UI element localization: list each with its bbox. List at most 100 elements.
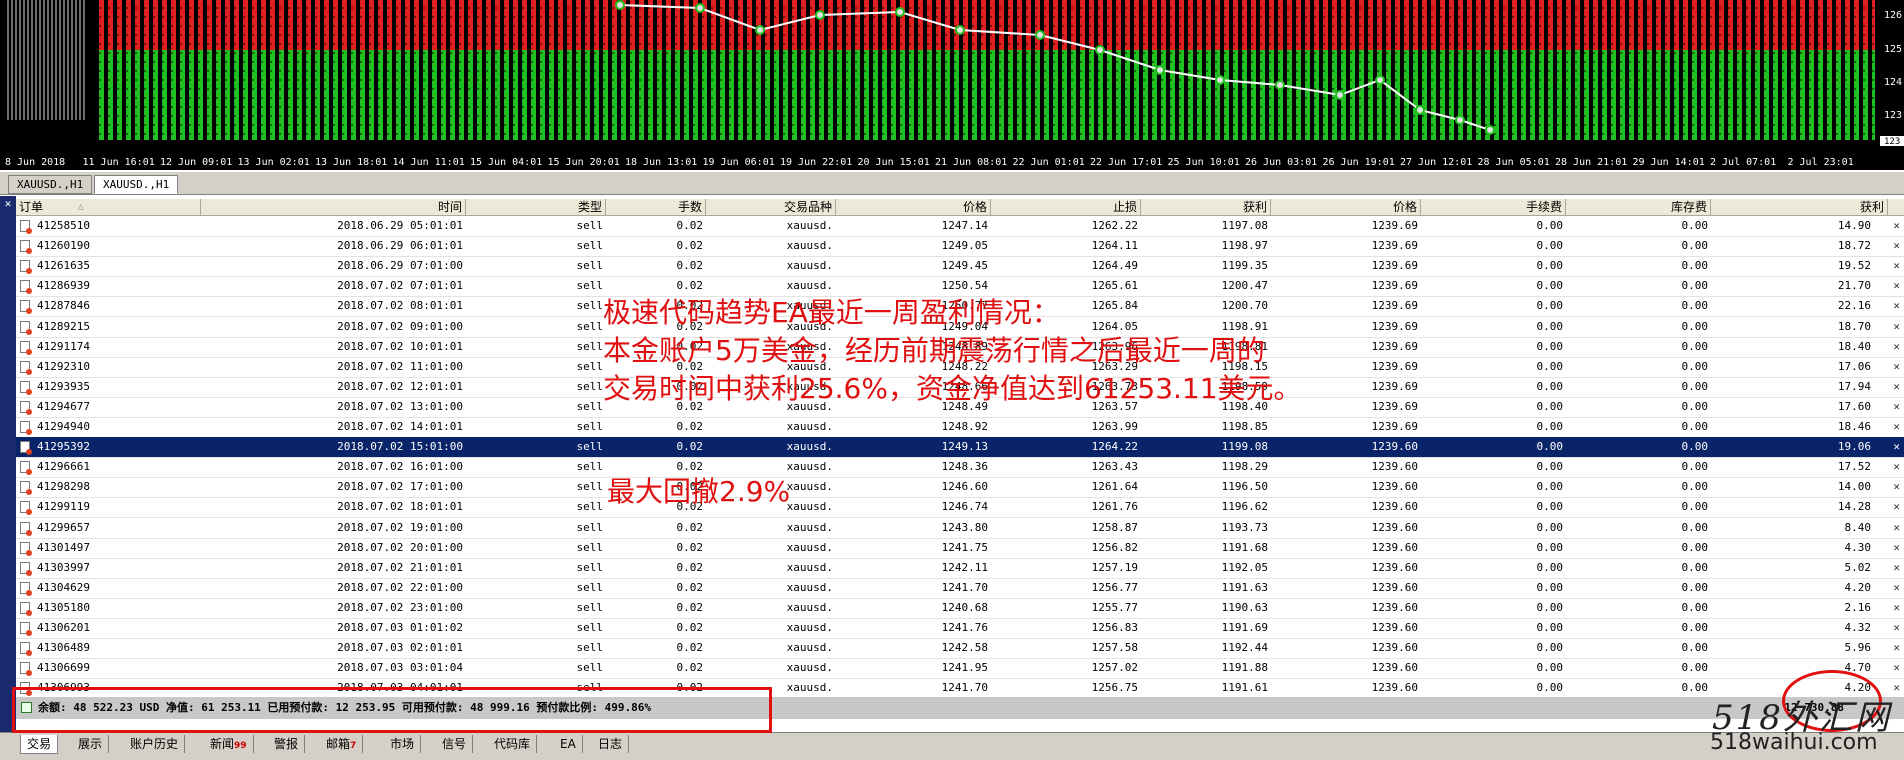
table-row[interactable]: 41299119 2018.07.02 18:01:01 sell 0.02 xauus…	[16, 497, 1904, 519]
cell-10: 0.00	[1681, 299, 1709, 313]
close-order-icon[interactable]: ✕	[1893, 216, 1900, 236]
col-header-3[interactable]: 手数	[606, 199, 706, 215]
close-order-icon[interactable]: ✕	[1893, 256, 1900, 276]
col-header-0[interactable]: 订单	[16, 199, 201, 215]
cell-10: 0.00	[1681, 359, 1709, 373]
table-row[interactable]: 41261635 2018.06.29 07:01:00 sell 0.02 xauus…	[16, 256, 1904, 278]
close-order-icon[interactable]: ✕	[1893, 337, 1900, 357]
table-row[interactable]: 41296661 2018.07.02 16:01:00 sell 0.02 xauus…	[16, 457, 1904, 479]
chart-stripe	[653, 0, 657, 150]
table-row[interactable]: 41258510 2018.06.29 05:01:01 sell 0.02 xauus…	[16, 216, 1904, 237]
table-row[interactable]: 41295392 2018.07.02 15:01:00 sell 0.02 xauus…	[16, 437, 1904, 459]
close-order-icon[interactable]: ✕	[1893, 437, 1900, 457]
cell-0: 41292310	[37, 359, 90, 373]
tab-1[interactable]: 展示	[72, 735, 110, 753]
cell-2: sell	[576, 219, 604, 232]
order-icon	[20, 300, 32, 315]
table-row[interactable]: 41305180 2018.07.02 23:01:00 sell 0.02 xauus…	[16, 598, 1904, 619]
chart-stripe	[806, 0, 810, 150]
tab-4[interactable]: 警报	[268, 735, 306, 753]
col-header-11[interactable]: 获利	[1711, 199, 1888, 215]
table-row[interactable]: 41260190 2018.06.29 06:01:01 sell 0.02 xauus…	[16, 236, 1904, 258]
col-header-7[interactable]: 获利	[1141, 199, 1271, 215]
table-row[interactable]: 41303997 2018.07.02 21:01:01 sell 0.02 xauus…	[16, 558, 1904, 579]
chart-tab-2[interactable]: XAUUSD.,H1	[94, 175, 179, 194]
close-order-icon[interactable]: ✕	[1893, 658, 1900, 678]
chart-tab-1[interactable]: XAUUSD.,H1	[8, 175, 93, 194]
table-row[interactable]: 41306699 2018.07.03 03:01:04 sell 0.02 xauus…	[16, 658, 1904, 680]
close-order-icon[interactable]: ✕	[1893, 678, 1900, 698]
close-order-icon[interactable]: ✕	[1893, 477, 1900, 497]
close-order-icon[interactable]: ✕	[1893, 638, 1900, 658]
order-icon	[20, 240, 32, 255]
tab-9[interactable]: EA	[554, 735, 583, 753]
tab-6[interactable]: 市场	[384, 735, 422, 753]
col-header-1[interactable]: 时间	[201, 199, 466, 215]
cell-2: sell	[576, 600, 604, 614]
cell-9: 0.00	[1536, 259, 1564, 273]
cell-9: 0.00	[1536, 460, 1564, 474]
col-header-6[interactable]: 止损	[991, 199, 1141, 215]
col-header-9[interactable]: 手续费	[1421, 199, 1566, 215]
tab-0[interactable]: 交易	[20, 735, 59, 754]
close-order-icon[interactable]: ✕	[1893, 276, 1900, 296]
chart-stripe	[1562, 0, 1566, 150]
chart-stripe	[1130, 0, 1134, 150]
tab-label: 市场	[390, 737, 415, 751]
close-order-icon[interactable]: ✕	[1893, 357, 1900, 377]
tab-8[interactable]: 代码库	[488, 735, 538, 753]
chart-stripe	[239, 0, 243, 150]
close-order-icon[interactable]: ✕	[1893, 578, 1900, 598]
close-order-icon[interactable]: ✕	[1893, 417, 1900, 437]
tab-10[interactable]: 日志	[592, 735, 630, 753]
chart-stripe	[1445, 0, 1449, 150]
chart-stripe	[1805, 0, 1809, 150]
table-row[interactable]: 41301497 2018.07.02 20:01:00 sell 0.02 xauus…	[16, 538, 1904, 559]
table-row[interactable]: 41306201 2018.07.03 01:01:02 sell 0.02 xauus…	[16, 618, 1904, 639]
close-order-icon[interactable]: ✕	[1893, 518, 1900, 538]
tab-7[interactable]: 信号	[436, 735, 474, 753]
cell-1: 2018.07.02 19:01:00	[337, 520, 463, 534]
tab-2[interactable]: 账户历史	[124, 735, 186, 753]
trade-marker	[1335, 90, 1345, 100]
table-row[interactable]: 41299657 2018.07.02 19:01:00 sell 0.02 xauus…	[16, 518, 1904, 539]
tab-3[interactable]: 新闻99	[204, 735, 254, 753]
close-order-icon[interactable]: ✕	[1893, 618, 1900, 638]
close-order-icon[interactable]: ✕	[1893, 538, 1900, 558]
close-order-icon[interactable]: ✕	[1893, 598, 1900, 618]
col-header-4[interactable]: 交易品种	[706, 199, 836, 215]
chart-stripe	[293, 0, 297, 150]
table-row[interactable]: 41306489 2018.07.03 02:01:01 sell 0.02 xauus…	[16, 638, 1904, 660]
cell-0: 41260190	[37, 239, 90, 253]
table-row[interactable]: 41298298 2018.07.02 17:01:00 sell 0.02 xauus…	[16, 477, 1904, 499]
close-order-icon[interactable]: ✕	[1893, 236, 1900, 256]
close-order-icon[interactable]: ✕	[1893, 317, 1900, 337]
chart-stripe	[1499, 0, 1503, 150]
close-order-icon[interactable]: ✕	[1893, 497, 1900, 517]
table-row[interactable]: 41304629 2018.07.02 22:01:00 sell 0.02 xauus…	[16, 578, 1904, 599]
table-header: 订单 时间 类型 手数 交易品种 价格 止损 获利 价格 手续费 库存费 获利 △	[16, 199, 1904, 216]
col-header-10[interactable]: 库存费	[1566, 199, 1711, 215]
close-order-icon[interactable]: ✕	[1893, 558, 1900, 578]
cell-2: sell	[576, 299, 604, 313]
close-icon[interactable]: ✕	[2, 198, 14, 210]
col-header-8[interactable]: 价格	[1271, 199, 1421, 215]
close-order-icon[interactable]: ✕	[1893, 397, 1900, 417]
order-icon	[20, 340, 32, 355]
col-header-5[interactable]: 价格	[836, 199, 991, 215]
order-icon	[20, 380, 32, 395]
cell-11: 2.16	[1844, 600, 1872, 614]
cell-11: 17.52	[1837, 460, 1871, 474]
price-chart[interactable]: 126 125 124 123 123 8 Jun 2018 11 Jun 16:01 12 …	[0, 0, 1904, 170]
close-order-icon[interactable]: ✕	[1893, 457, 1900, 477]
close-order-icon[interactable]: ✕	[1893, 296, 1900, 316]
cell-3: 0.02	[676, 239, 704, 253]
tab-5[interactable]: 邮箱7	[320, 735, 364, 753]
chart-stripe	[1868, 0, 1872, 150]
table-row[interactable]: 41294940 2018.07.02 14:01:01 sell 0.02 xauus…	[16, 417, 1904, 438]
cell-9: 0.00	[1536, 339, 1564, 353]
chart-stripe	[914, 0, 918, 150]
close-order-icon[interactable]: ✕	[1893, 377, 1900, 397]
col-header-2[interactable]: 类型	[466, 199, 606, 215]
cell-6: 1263.43	[1091, 460, 1138, 474]
